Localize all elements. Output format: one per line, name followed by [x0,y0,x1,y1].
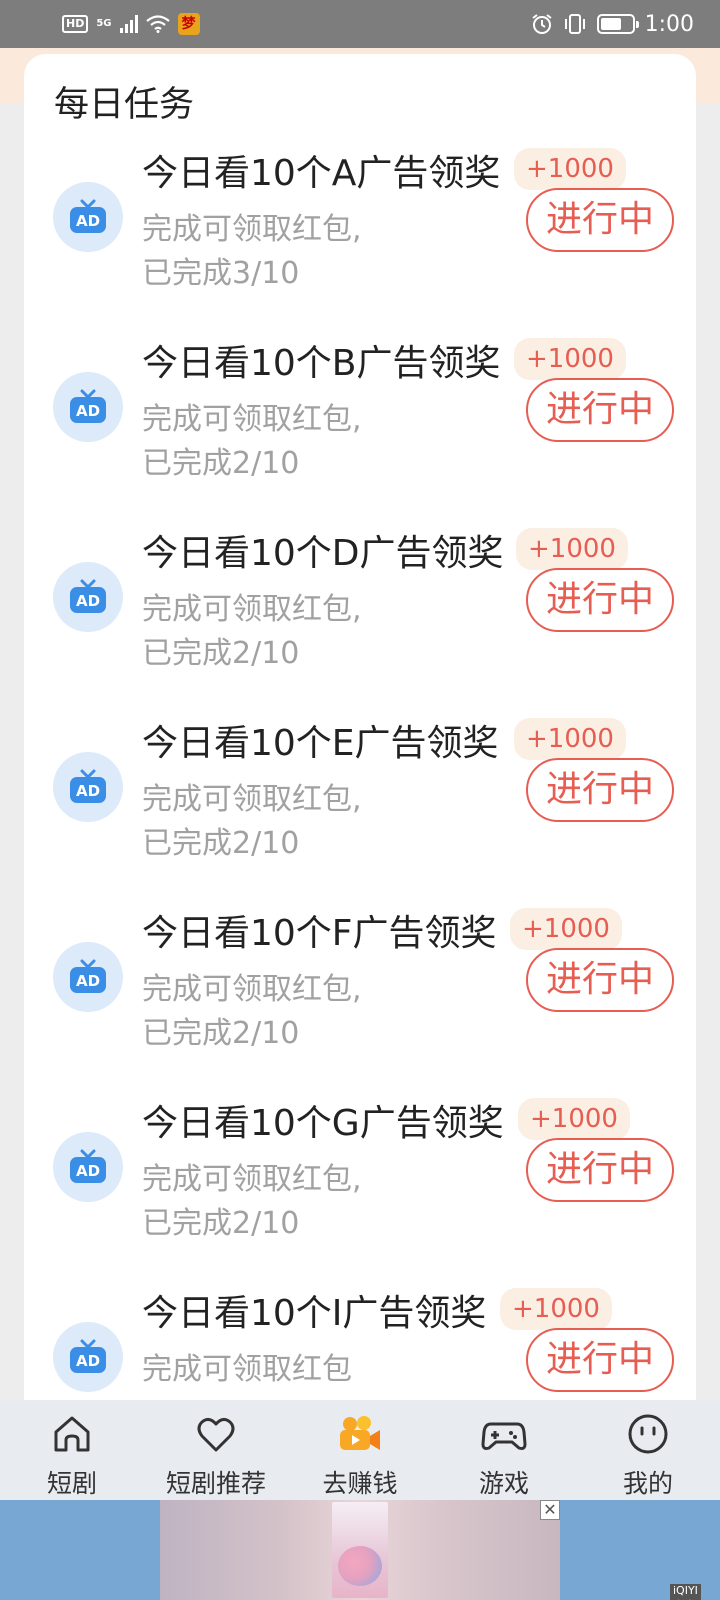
signal-icon [119,15,138,33]
wifi-icon [145,15,170,33]
task-desc-line: 完成可领取红包, [142,212,362,247]
task-status-button[interactable]: 进行中 [526,1328,674,1392]
task-progress: 已完成2/10 [142,636,300,671]
task-progress: 已完成2/10 [142,446,300,481]
tab-mine[interactable]: 我的 [576,1400,720,1500]
battery-icon [596,14,639,34]
ad-tv-icon: AD [53,372,123,442]
task-title: 今日看10个E广告领奖 [142,723,499,764]
ad-banner[interactable]: iQIYI广告 ✕ [0,1500,720,1600]
tab-label: 去赚钱 [322,1469,398,1498]
task-desc-line: 完成可领取红包, [142,592,362,627]
clock: 1:00 [644,11,694,37]
task-title: 今日看10个F广告领奖 [142,913,497,954]
task-status-button[interactable]: 进行中 [526,948,674,1012]
ad-tv-icon: AD [53,562,123,632]
task-desc-line: 完成可领取红包 [142,1352,352,1387]
ad-icon-label: AD [76,402,100,420]
tab-label: 游戏 [478,1469,529,1498]
vibrate-icon [564,14,585,34]
ad-tv-icon: AD [53,942,123,1012]
task-desc-line: 完成可领取红包, [142,1162,362,1197]
reward-badge: +1000 [500,1288,612,1330]
ad-close-icon[interactable]: ✕ [540,1500,560,1520]
task-title: 今日看10个D广告领奖 [142,533,504,574]
tab-label: 短剧 [46,1469,97,1498]
ad-tv-icon: AD [53,752,123,822]
task-item: AD 今日看10个D广告领奖 +1000 完成可领取红包, 已完成2/10 进行中 [24,524,696,714]
ad-brand-label: iQIYI广告 [670,1584,701,1600]
bottom-tab-bar: 短剧 短剧推荐 去赚钱 游戏 我的 [0,1400,720,1500]
task-description: 完成可领取红包, 已完成2/10 [142,1158,362,1246]
task-description: 完成可领取红包, 已完成2/10 [142,588,362,676]
task-item: AD 今日看10个F广告领奖 +1000 完成可领取红包, 已完成2/10 进行中 [24,904,696,1094]
task-item: AD 今日看10个G广告领奖 +1000 完成可领取红包, 已完成2/10 进行中 [24,1094,696,1284]
tab-games[interactable]: 游戏 [432,1400,576,1500]
network-type-indicator: 5G [96,18,112,29]
task-status-button[interactable]: 进行中 [526,568,674,632]
task-progress: 已完成3/10 [142,256,300,291]
reward-badge: +1000 [514,718,626,760]
ad-icon-label: AD [76,782,100,800]
status-bar: HD 5G 梦 1:00 [0,0,720,48]
reward-badge: +1000 [514,148,626,190]
task-desc-line: 完成可领取红包, [142,782,362,817]
ad-tv-icon: AD [53,1322,123,1392]
reward-badge: +1000 [514,338,626,380]
task-item: AD 今日看10个I广告领奖 +1000 完成可领取红包 进行中 [24,1284,696,1400]
task-title: 今日看10个I广告领奖 [142,1293,487,1334]
task-status-button[interactable]: 进行中 [526,758,674,822]
reward-badge: +1000 [518,1098,630,1140]
ad-icon-label: AD [76,972,100,990]
task-item: AD 今日看10个A广告领奖 +1000 完成可领取红包, 已完成3/10 进行中 [24,144,696,334]
ad-image[interactable]: iQIYI广告 [160,1500,701,1600]
task-title: 今日看10个B广告领奖 [142,343,501,384]
task-progress: 已完成2/10 [142,826,300,861]
task-description: 完成可领取红包 [142,1348,352,1392]
tab-label: 我的 [622,1469,673,1498]
tab-drama-recommend[interactable]: 短剧推荐 [144,1400,288,1500]
ad-icon-label: AD [76,1352,100,1370]
ad-poster-image [332,1502,388,1598]
ad-tv-icon: AD [53,182,123,252]
task-desc-line: 完成可领取红包, [142,402,362,437]
task-item: AD 今日看10个B广告领奖 +1000 完成可领取红包, 已完成2/10 进行中 [24,334,696,524]
gamepad-icon [480,1410,528,1458]
ad-tv-icon: AD [53,1132,123,1202]
task-description: 完成可领取红包, 已完成2/10 [142,398,362,486]
task-description: 完成可领取红包, 已完成3/10 [142,208,362,296]
ad-icon-label: AD [76,1162,100,1180]
task-item: AD 今日看10个E广告领奖 +1000 完成可领取红包, 已完成2/10 进行中 [24,714,696,904]
task-status-button[interactable]: 进行中 [526,188,674,252]
hd-indicator: HD [62,15,89,33]
face-icon [624,1410,672,1458]
reward-badge: +1000 [510,908,622,950]
task-progress: 已完成2/10 [142,1206,300,1241]
home-icon [48,1410,96,1458]
tab-earn-money[interactable]: 去赚钱 [288,1400,432,1500]
task-progress: 已完成2/10 [142,1016,300,1051]
ad-icon-label: AD [76,212,100,230]
video-camera-icon [336,1410,384,1458]
alarm-icon [531,14,552,34]
task-description: 完成可领取红包, 已完成2/10 [142,968,362,1056]
tab-short-drama[interactable]: 短剧 [0,1400,144,1500]
heart-icon [192,1410,240,1458]
card-title: 每日任务 [54,85,195,125]
task-title: 今日看10个A广告领奖 [142,153,501,194]
app-notification-icon: 梦 [177,13,200,35]
task-status-button[interactable]: 进行中 [526,1138,674,1202]
ad-icon-label: AD [76,592,100,610]
task-desc-line: 完成可领取红包, [142,972,362,1007]
task-title: 今日看10个G广告领奖 [142,1103,504,1144]
tab-label: 短剧推荐 [165,1469,266,1498]
task-status-button[interactable]: 进行中 [526,378,674,442]
daily-tasks-card: 每日任务 AD 今日看10个A广告领奖 +1000 完成可领取红包, 已完成3/1… [24,54,696,1400]
task-description: 完成可领取红包, 已完成2/10 [142,778,362,866]
reward-badge: +1000 [516,528,628,570]
